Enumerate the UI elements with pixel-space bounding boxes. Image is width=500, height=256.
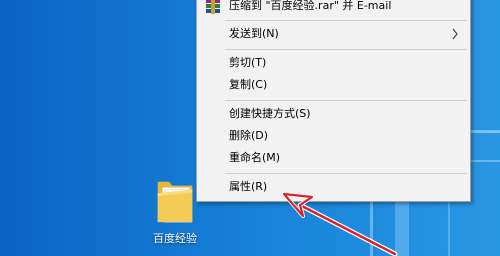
chevron-right-icon: [452, 28, 458, 40]
menu-separator: [225, 100, 467, 101]
menu-item-label: 创建快捷方式(S): [229, 107, 311, 120]
menu-item-delete[interactable]: 删除(D): [197, 125, 470, 147]
menu-item-copy[interactable]: 复制(C): [197, 74, 470, 96]
menu-item-label: 发送到(N): [229, 27, 279, 40]
menu-separator: [225, 49, 467, 50]
menu-item-label: 复制(C): [229, 78, 268, 91]
wallpaper-light-beam: [470, 160, 500, 162]
context-menu: 压缩到 "百度经验.rar" 并 E-mail 发送到(N) 剪切(T) 复制(…: [196, 0, 471, 202]
menu-item-label: 剪切(T): [229, 56, 267, 69]
menu-item-compress-email[interactable]: 压缩到 "百度经验.rar" 并 E-mail: [197, 0, 470, 17]
menu-item-send-to[interactable]: 发送到(N): [197, 23, 470, 45]
menu-item-label: 压缩到 "百度经验.rar" 并 E-mail: [229, 0, 392, 12]
menu-separator: [225, 20, 467, 21]
menu-item-label: 删除(D): [229, 129, 269, 142]
menu-item-label: 重命名(M): [229, 151, 281, 164]
winrar-icon: [206, 0, 220, 14]
folder-icon: [157, 181, 193, 223]
folder-label: 百度经验: [153, 232, 197, 245]
menu-item-cut[interactable]: 剪切(T): [197, 52, 470, 74]
menu-item-label: 属性(R): [229, 180, 268, 193]
menu-item-rename[interactable]: 重命名(M): [197, 147, 470, 169]
menu-separator: [225, 173, 467, 174]
menu-item-properties[interactable]: 属性(R): [197, 176, 470, 198]
menu-item-create-shortcut[interactable]: 创建快捷方式(S): [197, 103, 470, 125]
